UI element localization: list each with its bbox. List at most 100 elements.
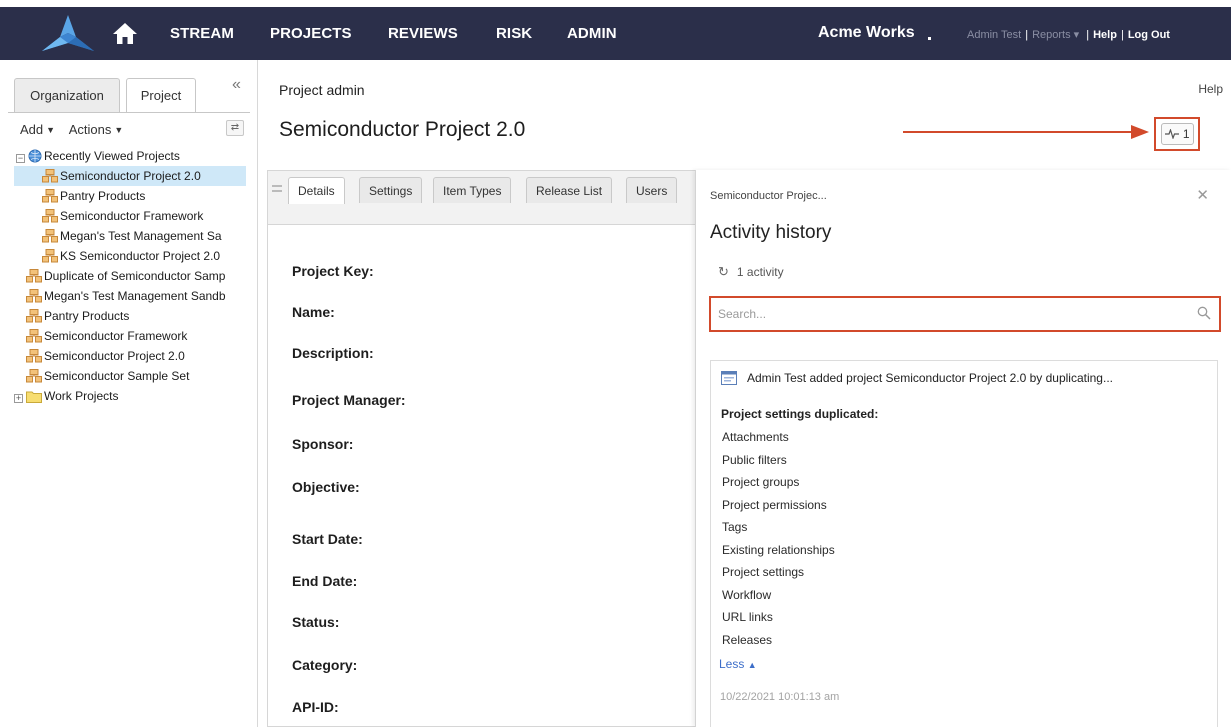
list-item: Project settings <box>722 565 805 579</box>
collapse-toggle-icon[interactable]: − <box>16 154 25 163</box>
tab-users[interactable]: Users <box>626 177 678 203</box>
activity-search-input[interactable] <box>714 301 1216 327</box>
help-link[interactable]: Help <box>1093 29 1117 41</box>
activity-entry-text: Admin Test added project Semiconductor P… <box>747 371 1113 385</box>
nav-projects[interactable]: PROJECTS <box>270 25 352 42</box>
project-icon <box>26 349 42 363</box>
tab-settings[interactable]: Settings <box>359 177 423 203</box>
actions-menu[interactable]: Actions ▼ <box>69 122 124 137</box>
collapse-panel-icon[interactable]: « <box>232 77 248 94</box>
less-link[interactable]: Less ▲ <box>719 657 757 671</box>
project-icon <box>42 189 58 203</box>
project-icon <box>42 169 58 183</box>
tree-node-label: Semiconductor Project 2.0 <box>44 349 185 363</box>
project-tree-panel: Organization Project « Add ▼ Actions ▼ ⇄ −… <box>0 60 258 727</box>
search-icon[interactable] <box>1197 306 1211 320</box>
list-item: Project groups <box>722 475 800 489</box>
tree-node[interactable]: Pantry Products <box>26 306 129 326</box>
tree-node-selected[interactable]: Semiconductor Project 2.0 <box>14 166 246 186</box>
tree-node-label: Pantry Products <box>44 309 130 323</box>
activity-history-panel: Semiconductor Projec... ✕ Activity histo… <box>695 170 1231 727</box>
tree-node[interactable]: KS Semiconductor Project 2.0 <box>42 246 220 266</box>
details-tab-bar: Details Settings Item Types Release List… <box>268 171 696 225</box>
tree-node-label: Semiconductor Project 2.0 <box>60 169 201 183</box>
tree-node-label: Semiconductor Framework <box>60 209 204 223</box>
tab-item-types[interactable]: Item Types <box>433 177 512 203</box>
tree-node[interactable]: Semiconductor Sample Set <box>26 366 189 386</box>
tree-node[interactable]: + Work Projects <box>14 386 118 406</box>
refresh-icon[interactable]: ↻ <box>718 264 729 279</box>
activity-timestamp: 10/22/2021 10:01:13 am <box>720 691 840 703</box>
search-highlight-box <box>709 296 1221 332</box>
actions-caret-icon: ▼ <box>114 125 124 135</box>
activity-breadcrumb: Semiconductor Projec... <box>710 190 827 202</box>
tab-details[interactable]: Details <box>288 177 345 204</box>
user-menu[interactable]: Admin Test <box>967 29 1021 41</box>
tree-node[interactable]: Semiconductor Framework <box>42 206 203 226</box>
nav-bar: STREAM PROJECTS REVIEWS RISK ADMIN Acme … <box>0 7 1231 60</box>
nav-admin[interactable]: ADMIN <box>567 25 617 42</box>
activity-title: Activity history <box>710 222 832 243</box>
activity-count: 1 <box>1182 127 1190 141</box>
list-item: Existing relationships <box>722 543 835 557</box>
project-icon <box>26 329 42 343</box>
reports-caret-icon: ▾ <box>1070 29 1083 41</box>
globe-icon <box>28 149 42 163</box>
add-menu[interactable]: Add ▼ <box>20 122 55 137</box>
list-item: Public filters <box>722 453 787 467</box>
actions-label: Actions <box>68 122 112 137</box>
activity-count-row: ↻ 1 activity <box>718 264 784 280</box>
list-item: Project permissions <box>722 498 827 512</box>
close-icon[interactable]: ✕ <box>1196 186 1209 204</box>
annotation-arrow <box>903 125 1149 139</box>
tree-node[interactable]: Pantry Products <box>42 186 145 206</box>
activity-entry-headline[interactable]: Admin Test added project Semiconductor P… <box>721 371 1113 385</box>
less-label: Less <box>719 657 745 671</box>
util-separator: | <box>1086 29 1090 41</box>
tree-node[interactable]: Duplicate of Semiconductor Samp <box>26 266 225 286</box>
nav-stream[interactable]: STREAM <box>170 25 234 42</box>
tab-project[interactable]: Project <box>126 78 196 112</box>
tab-organization[interactable]: Organization <box>14 78 120 112</box>
expand-toggle-icon[interactable]: + <box>14 394 23 403</box>
tree-node-label: Megan's Test Management Sa <box>60 229 222 243</box>
tree-node-label: Duplicate of Semiconductor Samp <box>44 269 226 283</box>
nav-risk[interactable]: RISK <box>496 25 532 42</box>
field-label-project-manager: Project Manager: <box>292 392 406 408</box>
app-logo-icon[interactable] <box>38 13 98 55</box>
tree-node[interactable]: − Recently Viewed Projects <box>16 146 180 166</box>
utility-links: Admin Test | Reports ▾ | Help | Log Out <box>967 28 1170 41</box>
drag-handle-icon[interactable] <box>272 185 282 199</box>
add-label: Add <box>20 122 44 137</box>
tree-node-label: Pantry Products <box>60 189 146 203</box>
activity-history-button[interactable]: 1 <box>1161 123 1194 145</box>
project-icon <box>42 209 58 223</box>
tree-node[interactable]: Semiconductor Project 2.0 <box>26 346 185 366</box>
project-icon <box>42 229 58 243</box>
activity-highlight-box: 1 <box>1154 117 1200 151</box>
refresh-tree-button[interactable]: ⇄ <box>226 120 244 136</box>
tree-node-label: KS Semiconductor Project 2.0 <box>60 249 221 263</box>
activity-entry: Admin Test added project Semiconductor P… <box>710 360 1218 727</box>
project-icon <box>26 269 42 283</box>
reports-menu[interactable]: Reports <box>1032 29 1071 41</box>
util-separator: | <box>1025 29 1029 41</box>
project-details-panel: Details Settings Item Types Release List… <box>267 170 697 727</box>
home-icon[interactable] <box>112 21 138 45</box>
field-label-name: Name: <box>292 304 335 320</box>
nav-reviews[interactable]: REVIEWS <box>388 25 458 42</box>
page-help-link[interactable]: Help <box>1198 82 1223 96</box>
page-title: Semiconductor Project 2.0 <box>279 118 526 141</box>
tab-release-list[interactable]: Release List <box>526 177 613 203</box>
list-item: Attachments <box>722 430 789 444</box>
field-label-start-date: Start Date: <box>292 531 363 547</box>
tree-node[interactable]: Megan's Test Management Sandb <box>26 286 226 306</box>
tree-node[interactable]: Megan's Test Management Sa <box>42 226 222 246</box>
list-item: Workflow <box>722 588 772 602</box>
tree-node[interactable]: Semiconductor Framework <box>26 326 187 346</box>
field-label-project-key: Project Key: <box>292 263 374 279</box>
field-label-objective: Objective: <box>292 479 360 495</box>
field-label-api-id: API-ID: <box>292 699 339 715</box>
logout-link[interactable]: Log Out <box>1128 29 1170 41</box>
field-label-category: Category: <box>292 657 358 673</box>
